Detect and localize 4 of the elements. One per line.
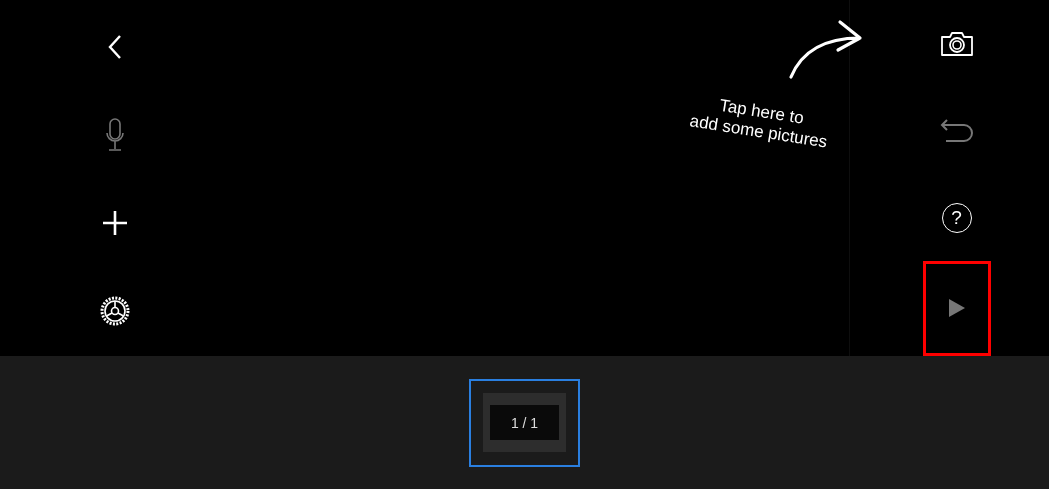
hint-text: Tap here to add some pictures [687,94,830,154]
page-thumbnail[interactable]: 1 / 1 [469,378,580,467]
help-button[interactable]: ? [921,174,992,261]
curved-arrow-icon [788,18,864,80]
